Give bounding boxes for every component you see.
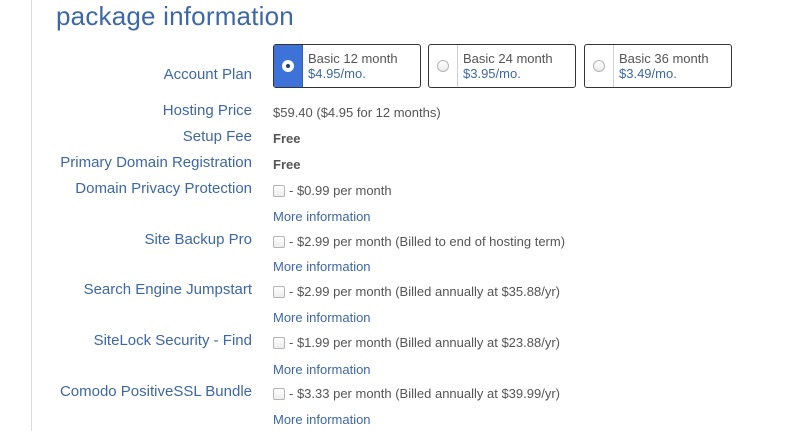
plan-text: Basic 12 month $4.95/mo. xyxy=(303,45,398,87)
sitelock-option: - $1.99 per month (Billed annually at $2… xyxy=(273,335,560,350)
comodo-ssl-checkbox[interactable] xyxy=(273,387,285,400)
package-information-page: package information Account Plan Basic 1… xyxy=(0,0,800,431)
plan-radio-basic-12[interactable] xyxy=(282,60,294,72)
comodo-ssl-more-link[interactable]: More information xyxy=(273,412,371,427)
domain-privacy-checkbox[interactable] xyxy=(273,184,285,197)
comodo-ssl-price: - $3.33 per month (Billed annually at $3… xyxy=(289,386,560,401)
sitelock-more-link[interactable]: More information xyxy=(273,362,371,377)
seo-jumpstart-option: - $2.99 per month (Billed annually at $3… xyxy=(273,284,560,299)
plan-name: Basic 36 month xyxy=(619,51,709,66)
domain-privacy-more-link[interactable]: More information xyxy=(273,209,371,224)
plan-option-basic-24[interactable]: Basic 24 month $3.95/mo. xyxy=(428,44,576,88)
site-backup-price: - $2.99 per month (Billed to end of host… xyxy=(289,234,566,249)
setup-fee-label: Setup Fee xyxy=(182,128,252,145)
account-plan-label: Account Plan xyxy=(163,66,252,83)
plan-radio-zone xyxy=(274,45,303,87)
site-backup-checkbox[interactable] xyxy=(273,235,285,248)
section-title: package information xyxy=(56,1,294,31)
left-divider xyxy=(31,0,32,431)
sitelock-checkbox[interactable] xyxy=(273,336,285,349)
domain-privacy-label: Domain Privacy Protection xyxy=(75,180,252,197)
sitelock-label: SiteLock Security - Find xyxy=(93,332,252,349)
seo-jumpstart-checkbox[interactable] xyxy=(273,285,285,298)
plan-radio-basic-36[interactable] xyxy=(593,60,605,72)
hosting-price-value: $59.40 ($4.95 for 12 months) xyxy=(273,105,441,120)
seo-jumpstart-more-link[interactable]: More information xyxy=(273,310,371,325)
plan-radio-zone xyxy=(585,45,614,87)
plan-text: Basic 36 month $3.49/mo. xyxy=(614,45,709,87)
plan-radio-zone xyxy=(429,45,458,87)
plan-radio-basic-24[interactable] xyxy=(437,60,449,72)
plan-price: $4.95/mo. xyxy=(308,66,366,81)
domain-privacy-option: - $0.99 per month xyxy=(273,183,392,198)
plan-option-basic-36[interactable]: Basic 36 month $3.49/mo. xyxy=(584,44,732,88)
setup-fee-value: Free xyxy=(273,131,301,146)
site-backup-label: Site Backup Pro xyxy=(144,231,252,248)
comodo-ssl-option: - $3.33 per month (Billed annually at $3… xyxy=(273,386,560,401)
comodo-ssl-label: Comodo PositiveSSL Bundle xyxy=(59,383,252,400)
plan-option-basic-12[interactable]: Basic 12 month $4.95/mo. xyxy=(273,44,421,88)
plan-name: Basic 24 month xyxy=(463,51,553,66)
site-backup-more-link[interactable]: More information xyxy=(273,259,371,274)
seo-jumpstart-label: Search Engine Jumpstart xyxy=(83,281,252,298)
plan-price: $3.49/mo. xyxy=(619,66,677,81)
primary-domain-label: Primary Domain Registration xyxy=(60,154,252,171)
plan-price: $3.95/mo. xyxy=(463,66,521,81)
primary-domain-value: Free xyxy=(273,157,301,172)
domain-privacy-price: - $0.99 per month xyxy=(289,183,392,198)
site-backup-option: - $2.99 per month (Billed to end of host… xyxy=(273,234,565,249)
sitelock-price: - $1.99 per month (Billed annually at $2… xyxy=(289,335,560,350)
seo-jumpstart-price: - $2.99 per month (Billed annually at $3… xyxy=(289,284,560,299)
plan-text: Basic 24 month $3.95/mo. xyxy=(458,45,553,87)
plan-name: Basic 12 month xyxy=(308,51,398,66)
hosting-price-label: Hosting Price xyxy=(162,102,252,119)
